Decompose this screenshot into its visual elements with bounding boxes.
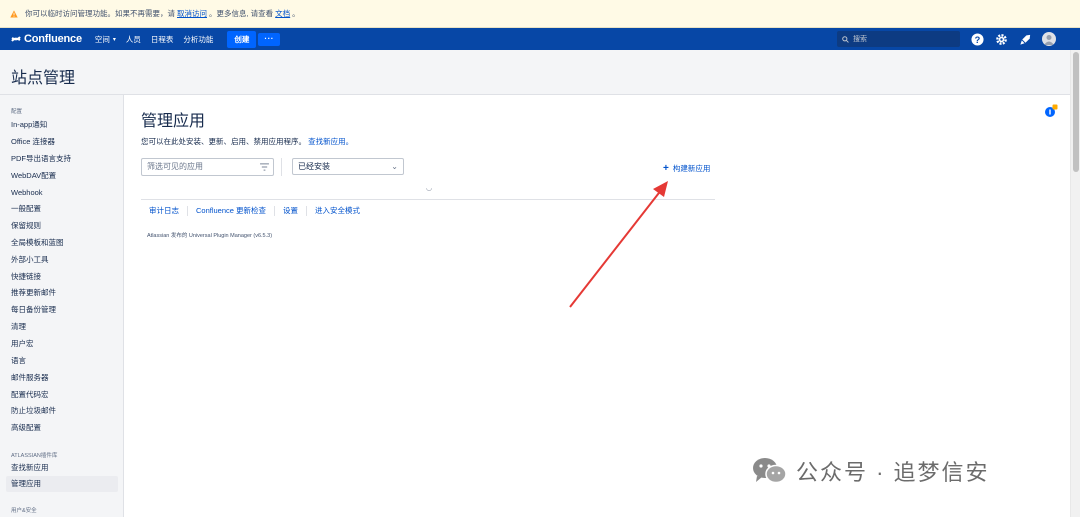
sidebar-item-pdf-language[interactable]: PDF导出语言支持 (11, 151, 71, 167)
app-status-select[interactable]: 已经安装 ⌄ (292, 158, 404, 175)
svg-text:?: ? (974, 34, 980, 44)
filter-divider (281, 158, 282, 176)
filter-icon (260, 163, 269, 171)
notification-badge[interactable] (1044, 104, 1058, 118)
admin-sidebar: 配置 In-app通知 Office 连接器 PDF导出语言支持 WebDAV配… (0, 95, 124, 517)
sidebar-item-retention-rules[interactable]: 保留规则 (11, 218, 41, 234)
sidebar-section-marketplace: ATLASSIAN插件库 (11, 453, 58, 459)
upm-version-text: Atlassian 发布的 Universal Plugin Manager (… (147, 233, 273, 239)
sidebar-item-shortcut-links[interactable]: 快捷链接 (11, 269, 41, 285)
nav-spaces-label: 空间 (94, 34, 110, 44)
plus-icon: + (663, 163, 669, 174)
sidebar-section-config: 配置 (11, 109, 23, 115)
top-navigation: Confluence 空间 ▾ 人员 日程表 分析功能 创建 ··· 搜索 ? (0, 28, 1080, 50)
filter-placeholder: 筛选可见的应用 (147, 162, 203, 171)
page-scrollbar[interactable] (1070, 50, 1080, 517)
page-header: 站点管理 (0, 50, 1070, 95)
admin-access-banner: 你可以临时访问管理功能。如果不再需要，请 取消访问 。更多信息, 请查看 文档 … (0, 0, 1080, 28)
sidebar-section-users-security: 用户&安全 (11, 508, 37, 514)
audit-log-link[interactable]: 审计日志 (141, 206, 188, 216)
sidebar-item-find-apps[interactable]: 查找新应用 (11, 460, 49, 476)
update-check-link[interactable]: Confluence 更新检查 (188, 206, 276, 216)
info-icon (1045, 104, 1058, 117)
docs-link[interactable]: 文档 (275, 8, 290, 19)
scrollbar-thumb[interactable] (1073, 52, 1079, 172)
banner-text-middle: 。更多信息, 请查看 (209, 9, 274, 18)
gear-icon[interactable] (994, 32, 1008, 46)
sidebar-item-user-macros[interactable]: 用户宏 (11, 336, 34, 352)
filter-apps-input[interactable]: 筛选可见的应用 (141, 158, 274, 176)
nav-people[interactable]: 人员 (126, 34, 141, 45)
sidebar-item-in-app-notification[interactable]: In-app通知 (11, 117, 47, 133)
avatar[interactable] (1042, 32, 1056, 46)
content-divider (141, 199, 715, 200)
description-text: 您可以在此处安装、更新、启用、禁用应用程序。 (141, 137, 306, 146)
logo-text: Confluence (24, 33, 82, 45)
sidebar-item-webdav[interactable]: WebDAV配置 (11, 168, 56, 184)
find-new-apps-link[interactable]: 查找新应用。 (308, 137, 353, 146)
sidebar-item-spam-prevention[interactable]: 防止垃圾邮件 (11, 403, 56, 419)
sidebar-item-webhook[interactable]: Webhook (11, 185, 43, 201)
sidebar-item-daily-backup[interactable]: 每日备份管理 (11, 302, 56, 318)
manage-apps-heading: 管理应用 (141, 113, 206, 130)
top-icons: ? (970, 32, 1066, 46)
manage-apps-description: 您可以在此处安装、更新、启用、禁用应用程序。 查找新应用。 (141, 136, 353, 147)
app-status-value: 已经安装 (298, 162, 330, 171)
banner-text: 你可以临时访问管理功能。如果不再需要，请 (25, 9, 175, 18)
search-input[interactable]: 搜索 (837, 31, 960, 47)
sidebar-item-mail-servers[interactable]: 邮件服务器 (11, 370, 49, 386)
wechat-watermark: 公众号 · 追梦信安 (752, 455, 990, 487)
watermark-text: 公众号 · 追梦信安 (796, 460, 990, 485)
search-placeholder: 搜索 (853, 36, 867, 43)
footer-links: 审计日志 Confluence 更新检查 设置 进入安全模式 (141, 206, 368, 216)
page-title: 站点管理 (11, 70, 76, 87)
confluence-logo-icon (11, 36, 21, 42)
settings-link[interactable]: 设置 (275, 206, 308, 216)
sidebar-item-code-macro[interactable]: 配置代码宏 (11, 387, 49, 403)
notification-rocket-icon[interactable] (1018, 32, 1032, 46)
build-new-app-label: 构建新应用 (672, 164, 711, 173)
build-new-app-link[interactable]: + 构建新应用 (663, 163, 710, 174)
wechat-icon (753, 458, 787, 484)
sidebar-item-general-config[interactable]: 一般配置 (11, 201, 41, 217)
sidebar-item-recommended-updates[interactable]: 推荐更新邮件 (11, 285, 56, 301)
banner-text-end: 。 (292, 9, 300, 18)
search-icon (842, 35, 849, 43)
more-create-button[interactable]: ··· (258, 32, 280, 46)
chevron-down-icon: ⌄ (391, 162, 398, 171)
chevron-down-icon: ▾ (112, 36, 116, 43)
create-button[interactable]: 创建 (227, 30, 257, 48)
loading-spinner-icon: ◡ (426, 185, 433, 192)
nav-spaces[interactable]: 空间 ▾ (95, 34, 116, 45)
confluence-logo[interactable]: Confluence (11, 33, 82, 45)
nav-calendar[interactable]: 日程表 (151, 34, 174, 45)
sidebar-item-global-templates[interactable]: 全局模板和蓝图 (11, 235, 64, 251)
sidebar-item-external-gadgets[interactable]: 外部小工具 (11, 252, 49, 268)
safe-mode-link[interactable]: 进入安全模式 (307, 206, 368, 216)
sidebar-item-advanced-config[interactable]: 高级配置 (11, 420, 41, 436)
nav-analytics[interactable]: 分析功能 (183, 34, 213, 45)
sidebar-item-cleanup[interactable]: 清理 (11, 319, 26, 335)
cancel-access-link[interactable]: 取消访问 (177, 8, 207, 19)
help-icon[interactable]: ? (970, 32, 984, 46)
sidebar-item-languages[interactable]: 语言 (11, 353, 26, 369)
sidebar-item-office-connector[interactable]: Office 连接器 (11, 134, 55, 150)
warning-icon (10, 9, 18, 17)
sidebar-item-manage-apps[interactable]: 管理应用 (6, 476, 118, 492)
